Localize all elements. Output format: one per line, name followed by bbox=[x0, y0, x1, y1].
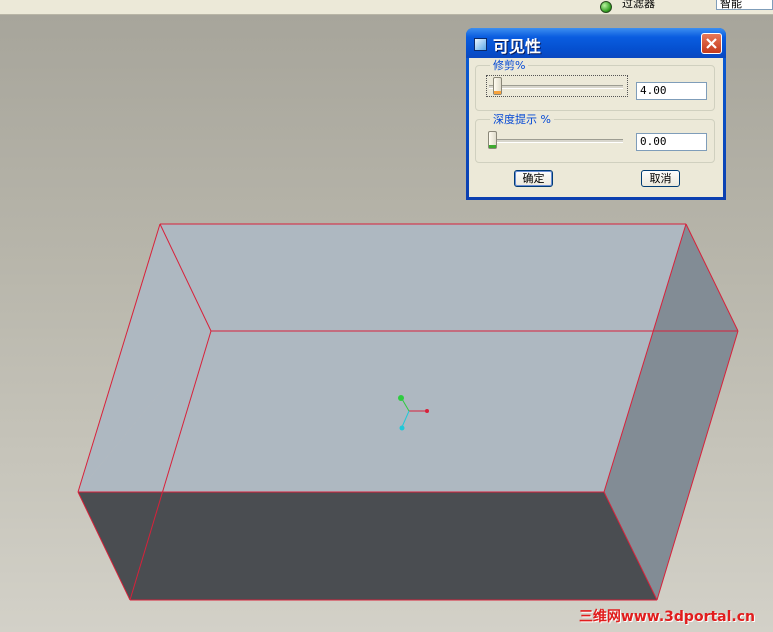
visibility-dialog: 可见性 修剪% 4.00 深度提示 % 0.00 确定 取消 bbox=[466, 28, 726, 200]
close-button[interactable] bbox=[701, 33, 722, 54]
dialog-body: 修剪% 4.00 深度提示 % 0.00 确定 取消 bbox=[469, 58, 723, 197]
close-icon bbox=[706, 38, 717, 49]
box-top-face bbox=[160, 224, 738, 331]
trim-group: 修剪% 4.00 bbox=[475, 59, 715, 111]
trim-slider-thumb[interactable] bbox=[493, 77, 502, 95]
dialog-window-icon bbox=[474, 38, 487, 51]
dialog-title: 可见性 bbox=[493, 37, 542, 56]
trim-slider[interactable] bbox=[486, 75, 628, 97]
depth-cue-value-field[interactable]: 0.00 bbox=[636, 133, 707, 151]
trim-slider-track bbox=[489, 85, 623, 89]
box-front-face bbox=[78, 492, 657, 600]
depth-cue-slider-track bbox=[489, 139, 623, 143]
cancel-button[interactable]: 取消 bbox=[641, 170, 680, 187]
depth-cue-slider-thumb[interactable] bbox=[488, 131, 497, 149]
depth-cue-label: 深度提示 % bbox=[490, 113, 554, 126]
depth-cue-group: 深度提示 % 0.00 bbox=[475, 113, 715, 163]
dialog-titlebar[interactable]: 可见性 bbox=[466, 28, 726, 58]
watermark-text: 三维网www.3dportal.cn bbox=[578, 609, 755, 625]
trim-label: 修剪% bbox=[490, 59, 529, 72]
ok-button[interactable]: 确定 bbox=[514, 170, 553, 187]
trim-value-field[interactable]: 4.00 bbox=[636, 82, 707, 100]
depth-cue-slider[interactable] bbox=[487, 130, 627, 150]
